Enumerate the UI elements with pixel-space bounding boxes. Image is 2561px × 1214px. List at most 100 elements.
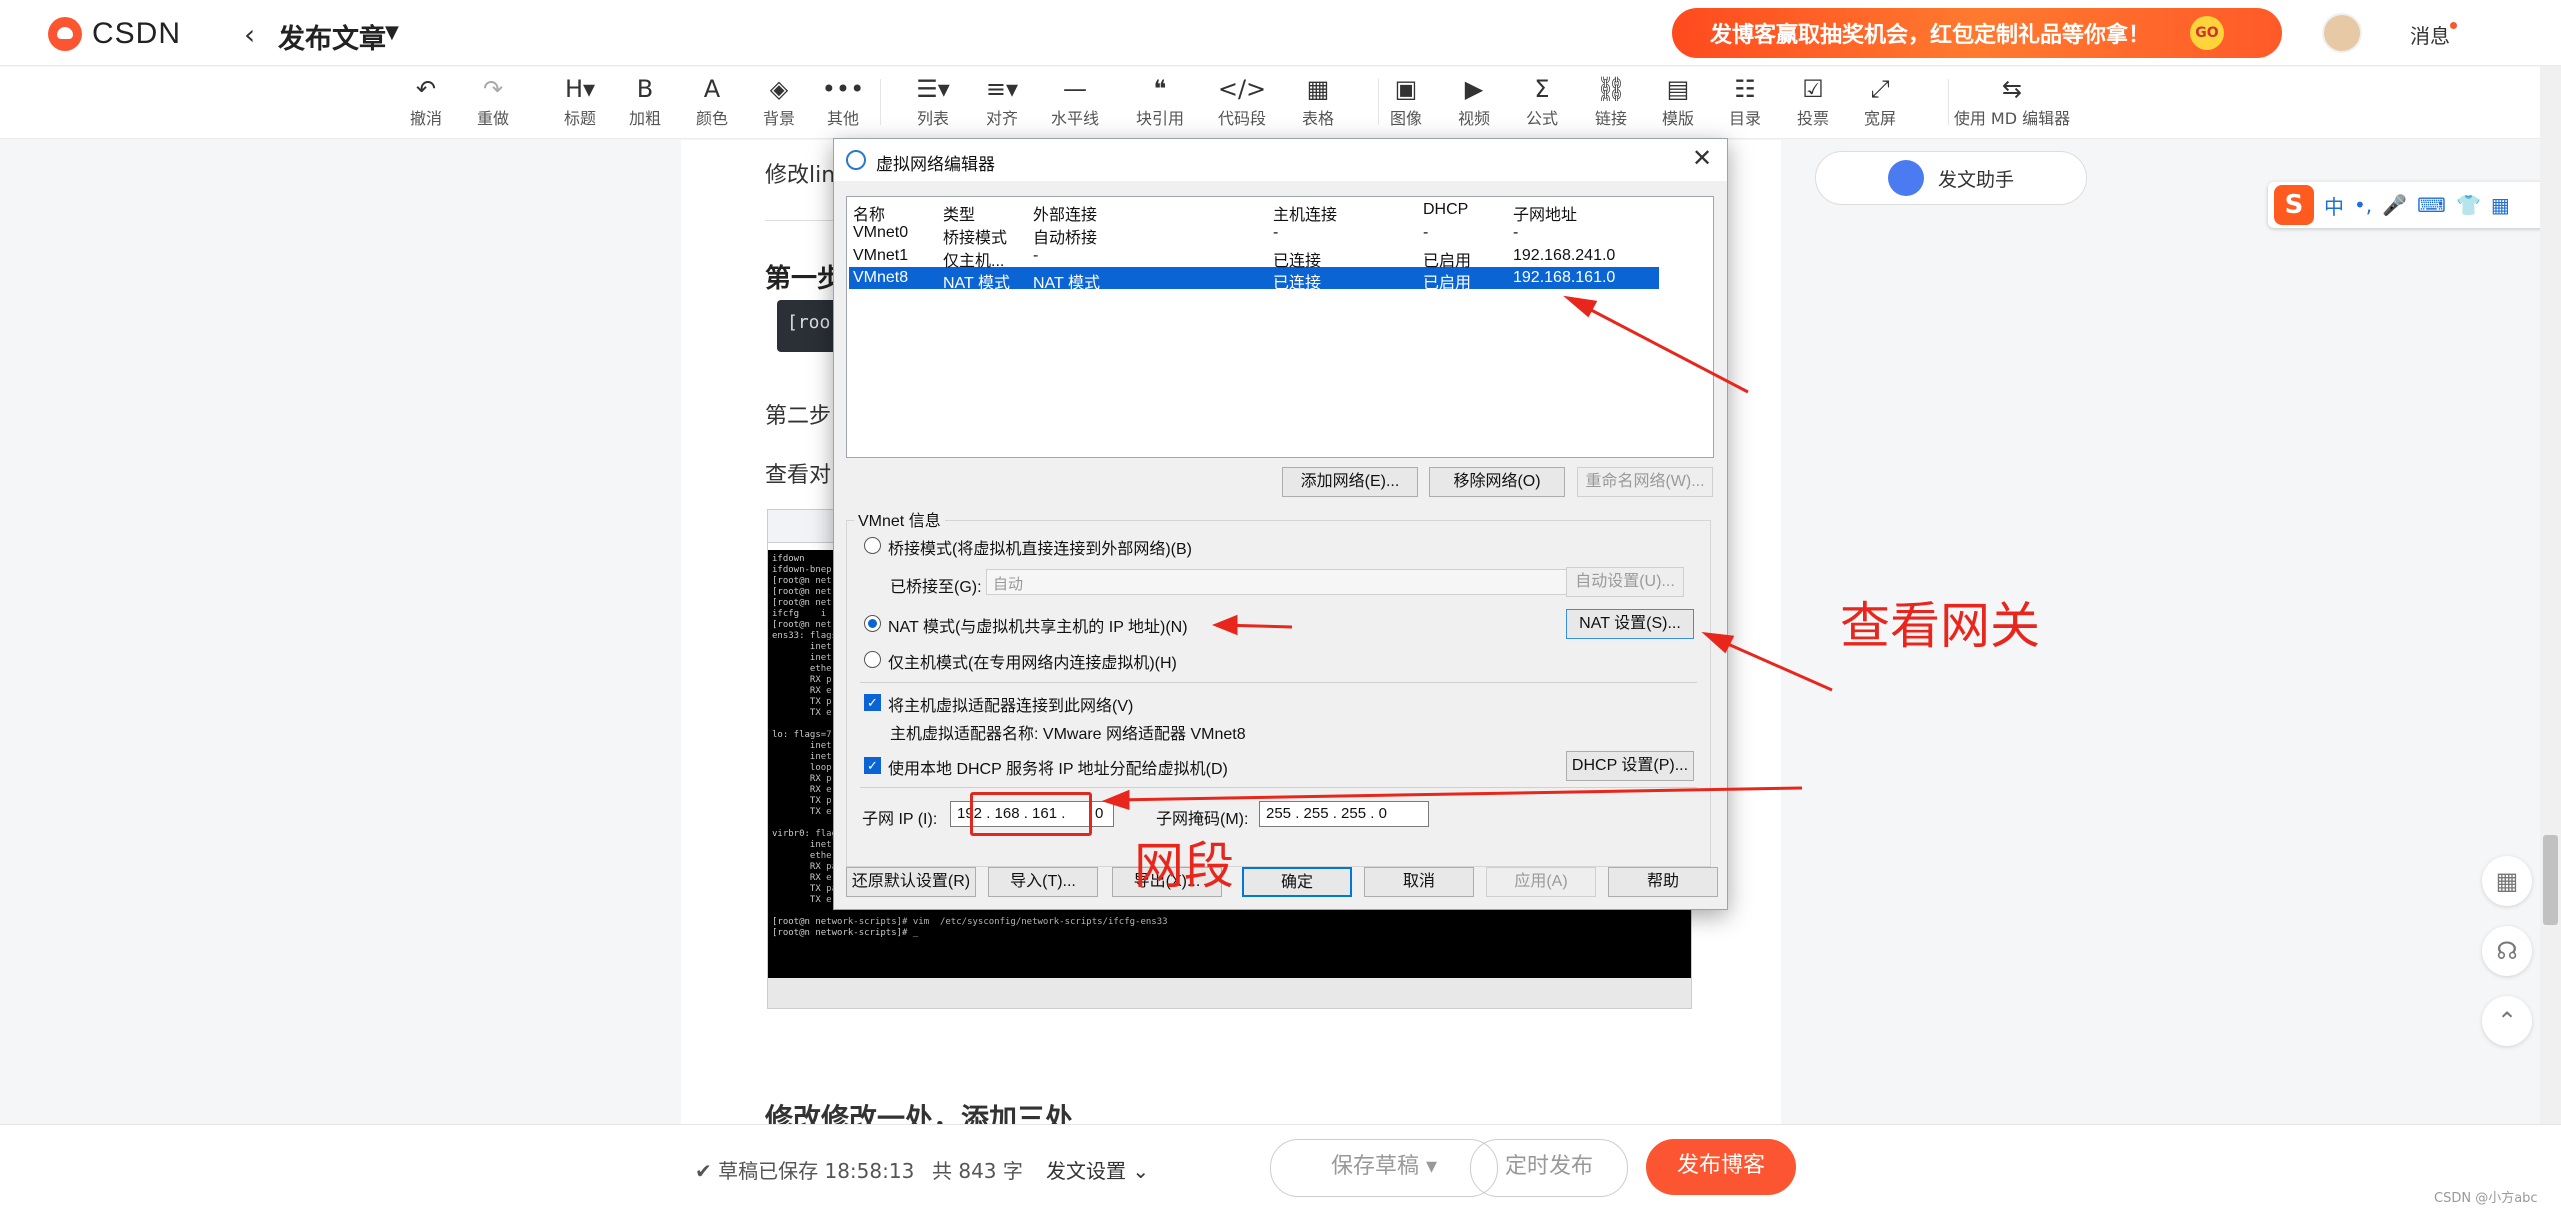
nat-mode-radio[interactable] xyxy=(864,615,881,632)
toolbar-button[interactable]: Σ 公式 xyxy=(1512,73,1572,129)
toolbar-button[interactable]: ••• 其他 xyxy=(813,73,873,129)
host-only-label[interactable]: 仅主机模式(在专用网络内连接虚拟机)(H) xyxy=(888,649,1177,673)
toolbar-button[interactable]: ☑ 投票 xyxy=(1783,73,1843,129)
bridge-mode-radio[interactable] xyxy=(864,537,881,554)
table-cell[interactable]: 已启用 xyxy=(1423,269,1471,293)
help-button[interactable]: 帮助 xyxy=(1608,867,1718,897)
table-cell[interactable]: - xyxy=(1513,224,1518,242)
column-header[interactable]: 主机连接 xyxy=(1273,201,1337,225)
column-header[interactable]: 类型 xyxy=(943,201,975,225)
bridged-to-select[interactable]: 自动 ⌄ xyxy=(986,569,1588,595)
toolbar-button[interactable]: ▤ 模版 xyxy=(1648,73,1708,129)
post-settings-dropdown[interactable]: 发文设置 ⌄ xyxy=(1046,1155,1149,1184)
nat-mode-label[interactable]: NAT 模式(与虚拟机共享主机的 IP 地址)(N) xyxy=(888,613,1188,637)
toolbar-button[interactable]: ≡▾ 对齐 xyxy=(972,73,1032,129)
qrcode-icon[interactable]: ▦ xyxy=(2482,856,2532,906)
table-cell[interactable]: VMnet1 xyxy=(853,247,908,265)
toolbar-button[interactable]: ☷ 目录 xyxy=(1715,73,1775,129)
ok-button[interactable]: 确定 xyxy=(1242,867,1352,897)
promo-banner[interactable]: 发博客赢取抽奖机会，红包定制礼品等你拿！ GO xyxy=(1672,8,2282,58)
ime-item[interactable]: 🎤 xyxy=(2382,193,2407,217)
paragraph-text[interactable]: 第二步 xyxy=(765,398,831,430)
table-cell[interactable]: 自动桥接 xyxy=(1033,224,1097,248)
table-cell[interactable]: - xyxy=(1033,247,1038,265)
close-icon[interactable]: ✕ xyxy=(1686,144,1718,173)
rename-network-button[interactable]: 重命名网络(W)... xyxy=(1577,467,1713,497)
auto-settings-button[interactable]: 自动设置(U)... xyxy=(1566,567,1684,597)
host-only-radio[interactable] xyxy=(864,651,881,668)
connect-adapter-label[interactable]: 将主机虚拟适配器连接到此网络(V) xyxy=(888,692,1133,716)
toolbar-button[interactable]: ◈ 背景 xyxy=(749,73,809,129)
table-cell[interactable]: - xyxy=(1273,224,1278,242)
column-header[interactable]: 外部连接 xyxy=(1033,201,1097,225)
network-list[interactable]: 名称 类型 外部连接 主机连接 DHCP 子网地址 VMnet0 桥接模式 自动… xyxy=(846,196,1714,458)
subnet-ip-last-octet[interactable]: 0 xyxy=(1090,801,1114,827)
dhcp-settings-button[interactable]: DHCP 设置(P)... xyxy=(1566,751,1694,781)
toolbar-button[interactable]: ▶ 视频 xyxy=(1444,73,1504,129)
toolbar-button[interactable]: ↷ 重做 xyxy=(463,73,523,129)
scrollbar[interactable] xyxy=(2540,66,2561,1214)
toolbar-button[interactable]: ↶ 撤消 xyxy=(396,73,456,129)
subnet-mask-field[interactable]: 255 . 255 . 255 . 0 xyxy=(1259,801,1429,827)
apply-button[interactable]: 应用(A) xyxy=(1486,867,1596,897)
toolbar-button[interactable]: ⤢ 宽屏 xyxy=(1850,73,1910,129)
save-draft-button[interactable]: 保存草稿 ▾ xyxy=(1270,1139,1498,1197)
table-cell[interactable]: 192.168.241.0 xyxy=(1513,247,1615,265)
column-header[interactable]: 名称 xyxy=(853,201,885,225)
toolbar-button[interactable]: </> 代码段 xyxy=(1212,73,1272,129)
toolbar-button[interactable]: ▣ 图像 xyxy=(1376,73,1436,129)
writing-assistant-button[interactable]: 发文助手 xyxy=(1815,151,2087,205)
column-header[interactable]: 子网地址 xyxy=(1513,201,1577,225)
scrollbar-thumb[interactable] xyxy=(2543,835,2558,925)
toolbar-button[interactable]: ▦ 表格 xyxy=(1288,73,1348,129)
table-cell[interactable]: - xyxy=(1423,224,1428,242)
table-cell[interactable]: 桥接模式 xyxy=(943,224,1007,248)
table-cell[interactable]: NAT 模式 xyxy=(943,269,1010,293)
table-cell[interactable]: 仅主机... xyxy=(943,247,1004,271)
table-cell[interactable]: VMnet0 xyxy=(853,224,908,242)
cancel-button[interactable]: 取消 xyxy=(1364,867,1474,897)
headset-icon[interactable]: ☊ xyxy=(2482,926,2532,976)
caret-down-icon[interactable]: ▼ xyxy=(385,22,399,43)
toolbar-button[interactable]: B 加粗 xyxy=(615,73,675,129)
use-dhcp-label[interactable]: 使用本地 DHCP 服务将 IP 地址分配给虚拟机(D) xyxy=(888,755,1228,779)
ime-item[interactable]: 中 xyxy=(2324,191,2344,220)
use-dhcp-checkbox[interactable]: ✓ xyxy=(864,757,881,774)
nat-settings-button[interactable]: NAT 设置(S)... xyxy=(1566,609,1694,639)
toolbar-button[interactable]: ⇆ 使用 MD 编辑器 xyxy=(1942,73,2082,129)
toolbar-button[interactable]: H▾ 标题 xyxy=(550,73,610,129)
column-header[interactable]: DHCP xyxy=(1423,201,1468,219)
table-cell[interactable]: 已连接 xyxy=(1273,247,1321,271)
restore-defaults-button[interactable]: 还原默认设置(R) xyxy=(846,867,976,897)
back-to-top-icon[interactable]: ⌃ xyxy=(2482,996,2532,1046)
toolbar-button[interactable]: ❝ 块引用 xyxy=(1130,73,1190,129)
connect-adapter-checkbox[interactable]: ✓ xyxy=(864,694,881,711)
bridge-mode-label[interactable]: 桥接模式(将虚拟机直接连接到外部网络)(B) xyxy=(888,535,1192,559)
toolbar-button[interactable]: ⛓ 链接 xyxy=(1581,73,1641,129)
toolbar-button[interactable]: A 颜色 xyxy=(682,73,742,129)
remove-network-button[interactable]: 移除网络(O) xyxy=(1429,467,1565,497)
toolbar-button[interactable]: ☰▾ 列表 xyxy=(903,73,963,129)
paragraph-text[interactable]: 查看对 xyxy=(765,457,831,489)
csdn-logo[interactable]: CSDN xyxy=(48,14,181,54)
page-title[interactable]: 发布文章 xyxy=(278,17,386,56)
add-network-button[interactable]: 添加网络(E)... xyxy=(1282,467,1418,497)
avatar[interactable] xyxy=(2322,13,2362,53)
table-cell[interactable]: 已启用 xyxy=(1423,247,1471,271)
table-cell[interactable]: 192.168.161.0 xyxy=(1513,269,1615,287)
messages-link[interactable]: 消息 xyxy=(2410,20,2450,49)
chevron-left-icon[interactable]: ‹ xyxy=(244,18,255,51)
ime-item[interactable]: 👕 xyxy=(2456,193,2481,217)
table-cell[interactable]: 已连接 xyxy=(1273,269,1321,293)
ime-item[interactable]: ▦ xyxy=(2491,193,2510,217)
publish-button[interactable]: 发布博客 xyxy=(1646,1139,1796,1195)
ime-item[interactable]: ⌨ xyxy=(2417,193,2446,217)
paragraph-text[interactable]: 修改lin xyxy=(765,157,835,189)
ime-item[interactable]: •, xyxy=(2354,193,2372,217)
schedule-publish-button[interactable]: 定时发布 xyxy=(1470,1139,1628,1197)
import-button[interactable]: 导入(T)... xyxy=(988,867,1098,897)
table-cell[interactable]: NAT 模式 xyxy=(1033,269,1100,293)
table-cell[interactable]: VMnet8 xyxy=(853,269,908,287)
toolbar-button[interactable]: — 水平线 xyxy=(1045,73,1105,129)
ime-toolbar[interactable]: S 中 •, 🎤 ⌨ 👕 ▦ xyxy=(2268,182,2546,228)
